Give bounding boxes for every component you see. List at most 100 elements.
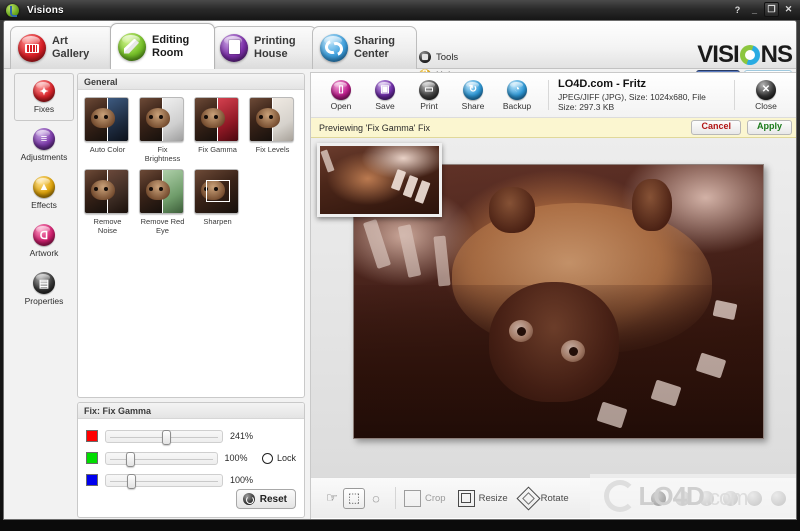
filter-thumbnail: [139, 97, 184, 142]
green-channel-swatch: [86, 452, 98, 464]
properties-icon: ▤: [33, 272, 55, 294]
backup-label: Backup: [502, 100, 532, 111]
filter-item-sharpen[interactable]: Sharpen: [194, 169, 241, 235]
filter-item-fix-gamma[interactable]: Fix Gamma: [194, 97, 241, 163]
crop-button[interactable]: Crop: [404, 489, 446, 507]
main-tab-strip: Art Gallery Editing Room Printing House: [4, 21, 796, 86]
category-rail: ✦ Fixes ≡ Adjustments ▲ Effects ᗡ Artwor…: [14, 73, 74, 313]
effects-icon: ▲: [33, 176, 55, 198]
redo-icon[interactable]: [723, 490, 738, 506]
main-window-body: Art Gallery Editing Room Printing House: [3, 20, 797, 520]
image-canvas[interactable]: [311, 138, 796, 477]
window-controls: ? _ ❐ ✕: [730, 2, 796, 17]
preview-thumbnail-overlay[interactable]: [317, 143, 442, 217]
minimize-button[interactable]: _: [747, 2, 762, 17]
filter-item-fix-brightness[interactable]: Fix Brightness: [139, 97, 186, 163]
sidebar-label-fixes: Fixes: [33, 104, 55, 114]
filter-label: Auto Color: [89, 145, 126, 154]
preview-status-bar: Previewing 'Fix Gamma' Fix Cancel Apply: [311, 118, 796, 138]
fixes-icon: ✦: [33, 80, 55, 102]
green-slider-knob[interactable]: [125, 451, 135, 467]
sidebar-label-effects: Effects: [31, 200, 57, 210]
resize-button[interactable]: Resize: [457, 489, 508, 507]
print-button[interactable]: ▭ Print: [407, 79, 451, 111]
reset-button[interactable]: Reset: [235, 489, 296, 509]
editor-toolbar: ▯ Open ▣ Save ▭ Print ↻ Share ◔ Backup L…: [311, 73, 796, 118]
file-details: JPEG/JIFF (JPG), Size: 1024x680, File Si…: [558, 92, 706, 112]
open-label: Open: [330, 100, 352, 111]
zoom-out-icon[interactable]: [651, 490, 666, 506]
resize-icon: [457, 489, 475, 507]
green-slider[interactable]: [105, 451, 218, 467]
sidebar-label-artwork: Artwork: [29, 248, 59, 258]
rect-select-icon[interactable]: ⬚: [343, 487, 365, 509]
blue-slider-value: 100%: [230, 475, 254, 485]
filter-item-remove-red-eye[interactable]: Remove Red Eye: [139, 169, 186, 235]
blue-slider-knob[interactable]: [126, 473, 136, 489]
rotate-button[interactable]: Rotate: [516, 485, 569, 511]
slider-row-green: 100% Lock: [78, 447, 304, 469]
filter-thumbnail: [249, 97, 294, 142]
fit-icon[interactable]: [675, 490, 690, 506]
tab-art-gallery[interactable]: Art Gallery: [10, 26, 115, 69]
red-channel-swatch: [86, 430, 98, 442]
filter-item-auto-color[interactable]: Auto Color: [84, 97, 131, 163]
blue-slider[interactable]: [105, 473, 223, 489]
zoom-in-icon[interactable]: [747, 490, 762, 506]
red-slider[interactable]: [105, 429, 223, 445]
hand-tool-icon[interactable]: ☞: [321, 488, 343, 509]
filter-item-fix-levels[interactable]: Fix Levels: [249, 97, 296, 163]
title-bar: Visions ? _ ❐ ✕: [0, 0, 800, 20]
close-icon: [756, 79, 776, 100]
fix-settings-panel: Fix: Fix Gamma 241% 100% Lock 100% Reset: [77, 402, 305, 518]
menu-item-tools[interactable]: Tools: [419, 48, 458, 66]
red-slider-value: 241%: [230, 431, 254, 441]
lock-checkbox[interactable]: Lock: [261, 452, 296, 464]
tab-sharing-center[interactable]: Sharing Center: [312, 26, 417, 69]
maximize-button[interactable]: ❐: [764, 2, 779, 17]
sidebar-item-artwork[interactable]: ᗡ Artwork: [14, 217, 74, 265]
cancel-button[interactable]: Cancel: [691, 120, 741, 135]
print-icon: ▭: [419, 79, 439, 100]
save-label: Save: [375, 100, 395, 111]
file-info: LO4D.com - Fritz JPEG/JIFF (JPG), Size: …: [558, 78, 725, 112]
sidebar-item-adjustments[interactable]: ≡ Adjustments: [14, 121, 74, 169]
close-window-button[interactable]: ✕: [781, 2, 796, 17]
sidebar-item-properties[interactable]: ▤ Properties: [14, 265, 74, 313]
image-editor-pane: ▯ Open ▣ Save ▭ Print ↻ Share ◔ Backup L…: [310, 72, 796, 519]
apply-button[interactable]: Apply: [746, 120, 792, 135]
sharpen-selection-box: [206, 180, 230, 202]
lock-checkbox-box: [261, 452, 273, 464]
slider-row-blue: 100%: [78, 469, 304, 491]
open-button[interactable]: ▯ Open: [319, 79, 363, 111]
sidebar-label-adjustments: Adjustments: [20, 152, 68, 162]
film-reel-icon: [18, 34, 46, 62]
rotate-icon: [516, 485, 541, 511]
close-image-button[interactable]: Close: [744, 79, 788, 111]
sidebar-item-effects[interactable]: ▲ Effects: [14, 169, 74, 217]
editor-bottom-toolbar: ☞ ⬚ ◌ Crop Resize Rotate LO4D.com: [311, 474, 796, 518]
filter-thumbnail: [84, 97, 129, 142]
actual-size-icon[interactable]: [771, 490, 786, 506]
filter-item-remove-noise[interactable]: Remove Noise: [84, 169, 131, 235]
filters-panel: General Auto Color Fix Brightness Fix Ga…: [77, 73, 305, 398]
window-bottom-strip: [0, 520, 800, 531]
sidebar-item-fixes[interactable]: ✦ Fixes: [14, 73, 74, 121]
toolbar-divider: [548, 80, 549, 110]
crop-label: Crop: [425, 492, 446, 504]
share-button[interactable]: ↻ Share: [451, 79, 495, 111]
undo-icon[interactable]: [699, 490, 714, 506]
tools-icon: [419, 51, 431, 63]
help-button[interactable]: ?: [730, 2, 745, 17]
reset-icon: [242, 493, 255, 505]
backup-button[interactable]: ◔ Backup: [495, 79, 539, 111]
save-button[interactable]: ▣ Save: [363, 79, 407, 111]
tab-editing-room[interactable]: Editing Room: [110, 23, 215, 69]
red-slider-knob[interactable]: [161, 429, 171, 445]
filter-thumbnail: [194, 169, 239, 214]
filter-label: Remove Noise: [93, 217, 122, 235]
brand-o-icon: [739, 45, 760, 65]
tab-printing-house[interactable]: Printing House: [212, 26, 317, 69]
open-icon: ▯: [331, 79, 351, 100]
ellipse-select-icon[interactable]: ◌: [365, 488, 387, 509]
